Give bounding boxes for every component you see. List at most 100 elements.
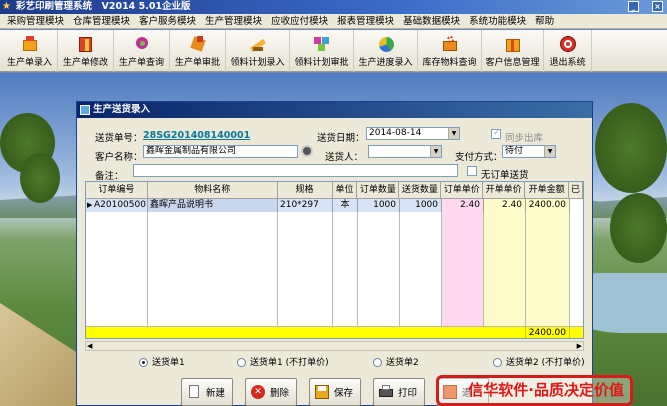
dialog-window-icon	[80, 105, 90, 115]
toolbar-exit-button[interactable]: 退出系统	[544, 30, 592, 72]
radio-delivery-2[interactable]: 送货单2	[373, 357, 419, 369]
toolbar-material-plan-approve-button[interactable]: 领料计划审批	[290, 30, 354, 72]
window-title: 彩艺印刷管理系统 V2014 5.01企业版	[16, 1, 191, 12]
minimize-button[interactable]: _	[628, 1, 639, 12]
save-button[interactable]: 保存	[309, 378, 361, 406]
remark-field[interactable]	[133, 164, 458, 177]
toolbar-stock-query-button[interactable]: 库存物料查询	[418, 30, 482, 72]
customer-lookup-icon[interactable]	[301, 145, 313, 157]
button-label: 保存	[334, 388, 354, 399]
chevron-down-icon[interactable]: ▼	[448, 128, 459, 139]
grid-column	[358, 212, 400, 326]
pie-chart-icon	[376, 35, 396, 53]
app-star-icon: ★	[2, 1, 11, 12]
delivery-entry-dialog: 生产送货录入 送货单号： 28SG201408140001 送货日期： 2014…	[76, 101, 593, 406]
menu-customer-service[interactable]: 客户服务模块	[136, 14, 202, 28]
cell-order-no[interactable]: ▶ A201005007	[86, 199, 148, 212]
delete-button[interactable]: ✕ 删除	[245, 378, 297, 406]
cell-material[interactable]: 鑫晖产品说明书	[148, 199, 278, 212]
toolbar-label: 生产单录入	[6, 57, 52, 68]
chevron-down-icon[interactable]: ▼	[544, 146, 555, 157]
toolbar-label: 生产单修改	[62, 57, 108, 68]
grid-header-row: 订单编号 物料名称 规格 单位 订单数量 送货数量 订单单价 开单单价 开单金额…	[86, 182, 583, 199]
menu-warehouse[interactable]: 仓库管理模块	[70, 14, 136, 28]
column-header[interactable]: 单位	[333, 182, 358, 199]
cell-unit[interactable]: 本	[333, 199, 358, 212]
toolbar-order-entry-button[interactable]: 生产单录入	[2, 30, 58, 72]
radio-delivery-2-no-price[interactable]: 送货单2 (不打单价)	[493, 357, 585, 369]
date-picker[interactable]: 2014-08-14 ▼	[366, 127, 460, 140]
close-button[interactable]: ×	[652, 1, 663, 12]
toolbar-order-approve-button[interactable]: 生产单审批	[170, 30, 226, 72]
deliverer-select[interactable]: ▼	[368, 145, 442, 158]
column-header[interactable]: 开单单价	[483, 182, 526, 199]
column-header[interactable]: 送货数量	[399, 182, 442, 199]
column-header[interactable]: 已	[569, 182, 583, 199]
dialog-title-bar: 生产送货录入	[77, 102, 592, 118]
grid-column	[278, 212, 333, 326]
no-order-delivery-checkbox[interactable]	[467, 166, 477, 176]
column-header[interactable]: 订单编号	[86, 182, 148, 199]
radio-delivery-1-no-price[interactable]: 送货单1 (不打单价)	[237, 357, 329, 369]
table-row[interactable]: ▶ A201005007 鑫晖产品说明书 210*297 本 1000 1000 …	[86, 199, 583, 212]
sync-outbound-label: 同步出库	[505, 133, 544, 144]
delivery-items-grid: 订单编号 物料名称 规格 单位 订单数量 送货数量 订单单价 开单单价 开单金额…	[85, 181, 584, 339]
menu-base-data[interactable]: 基础数据模块	[400, 14, 466, 28]
box-icon	[20, 35, 40, 53]
toolbar-label: 库存物料查询	[422, 57, 477, 68]
column-header[interactable]: 订单数量	[357, 182, 400, 199]
column-header[interactable]: 订单单价	[441, 182, 484, 199]
toolbar-label: 领料计划录入	[230, 57, 285, 68]
scroll-left-icon[interactable]: ◀	[87, 342, 92, 350]
menu-production[interactable]: 生产管理模块	[202, 14, 268, 28]
menu-reports[interactable]: 报表管理模块	[334, 14, 400, 28]
menu-bar: 采购管理模块 仓库管理模块 客户服务模块 生产管理模块 应收应付模块 报表管理模…	[0, 14, 667, 29]
cell-bill-amount[interactable]: 2400.00	[526, 199, 570, 212]
grid-column	[400, 212, 442, 326]
cell-order-qty[interactable]: 1000	[358, 199, 400, 212]
grid-column	[333, 212, 358, 326]
menu-help[interactable]: 帮助	[532, 14, 560, 28]
date-value: 2014-08-14	[369, 128, 422, 138]
toolbar-progress-entry-button[interactable]: 生产进度录入	[354, 30, 418, 72]
grid-column-bill-price	[484, 212, 526, 326]
print-button[interactable]: 打印	[373, 378, 425, 406]
cell-spec[interactable]: 210*297	[278, 199, 333, 212]
cubes-icon	[312, 35, 332, 53]
radio-delivery-1[interactable]: 送货单1	[139, 357, 185, 369]
customer-field[interactable]: 鑫晖金属制品有限公司	[143, 145, 298, 158]
radio-label: 送货单2	[386, 358, 419, 368]
menu-receivables[interactable]: 应收应付模块	[268, 14, 334, 28]
new-button[interactable]: 新建	[181, 378, 233, 406]
customer-value: 鑫晖金属制品有限公司	[146, 146, 237, 156]
deliverer-label: 送货人：	[325, 152, 364, 163]
menu-system[interactable]: 系统功能模块	[466, 14, 532, 28]
column-header[interactable]: 规格	[278, 182, 333, 199]
cell-order-price[interactable]: 2.40	[442, 199, 484, 212]
grid-column-bill-amount	[526, 212, 570, 326]
cell-text: A201005007	[94, 200, 148, 210]
order-no-value[interactable]: 28SG201408140001	[143, 130, 250, 141]
toolbar-customer-info-button[interactable]: 客户信息管理	[482, 30, 544, 72]
total-spacer	[86, 327, 526, 338]
payment-label: 支付方式：	[455, 152, 503, 163]
toolbar-material-plan-entry-button[interactable]: 领料计划录入	[226, 30, 290, 72]
payment-select[interactable]: 待付 ▼	[502, 145, 556, 158]
cell-delivery-qty[interactable]: 1000	[400, 199, 442, 212]
printer-icon	[378, 384, 394, 400]
chevron-down-icon[interactable]: ▼	[430, 146, 441, 157]
button-label: 打印	[398, 388, 418, 399]
cell-bill-price[interactable]: 2.40	[484, 199, 526, 212]
toolbar-order-query-button[interactable]: 生产单查询	[114, 30, 170, 72]
grid-horizontal-scrollbar[interactable]: ◀ ▶	[85, 341, 584, 351]
toolbar-label: 生产进度录入	[358, 57, 413, 68]
radio-dot	[373, 358, 382, 367]
window-title-bar: ★ 彩艺印刷管理系统 V2014 5.01企业版 _ ×	[0, 0, 667, 14]
scroll-right-icon[interactable]: ▶	[577, 342, 582, 350]
sync-outbound-checkbox[interactable]	[491, 128, 501, 139]
button-label: 删除	[270, 388, 290, 399]
column-header[interactable]: 开单金额	[525, 182, 570, 199]
column-header[interactable]: 物料名称	[148, 182, 278, 199]
menu-purchase[interactable]: 采购管理模块	[4, 14, 70, 28]
toolbar-order-edit-button[interactable]: 生产单修改	[58, 30, 114, 72]
